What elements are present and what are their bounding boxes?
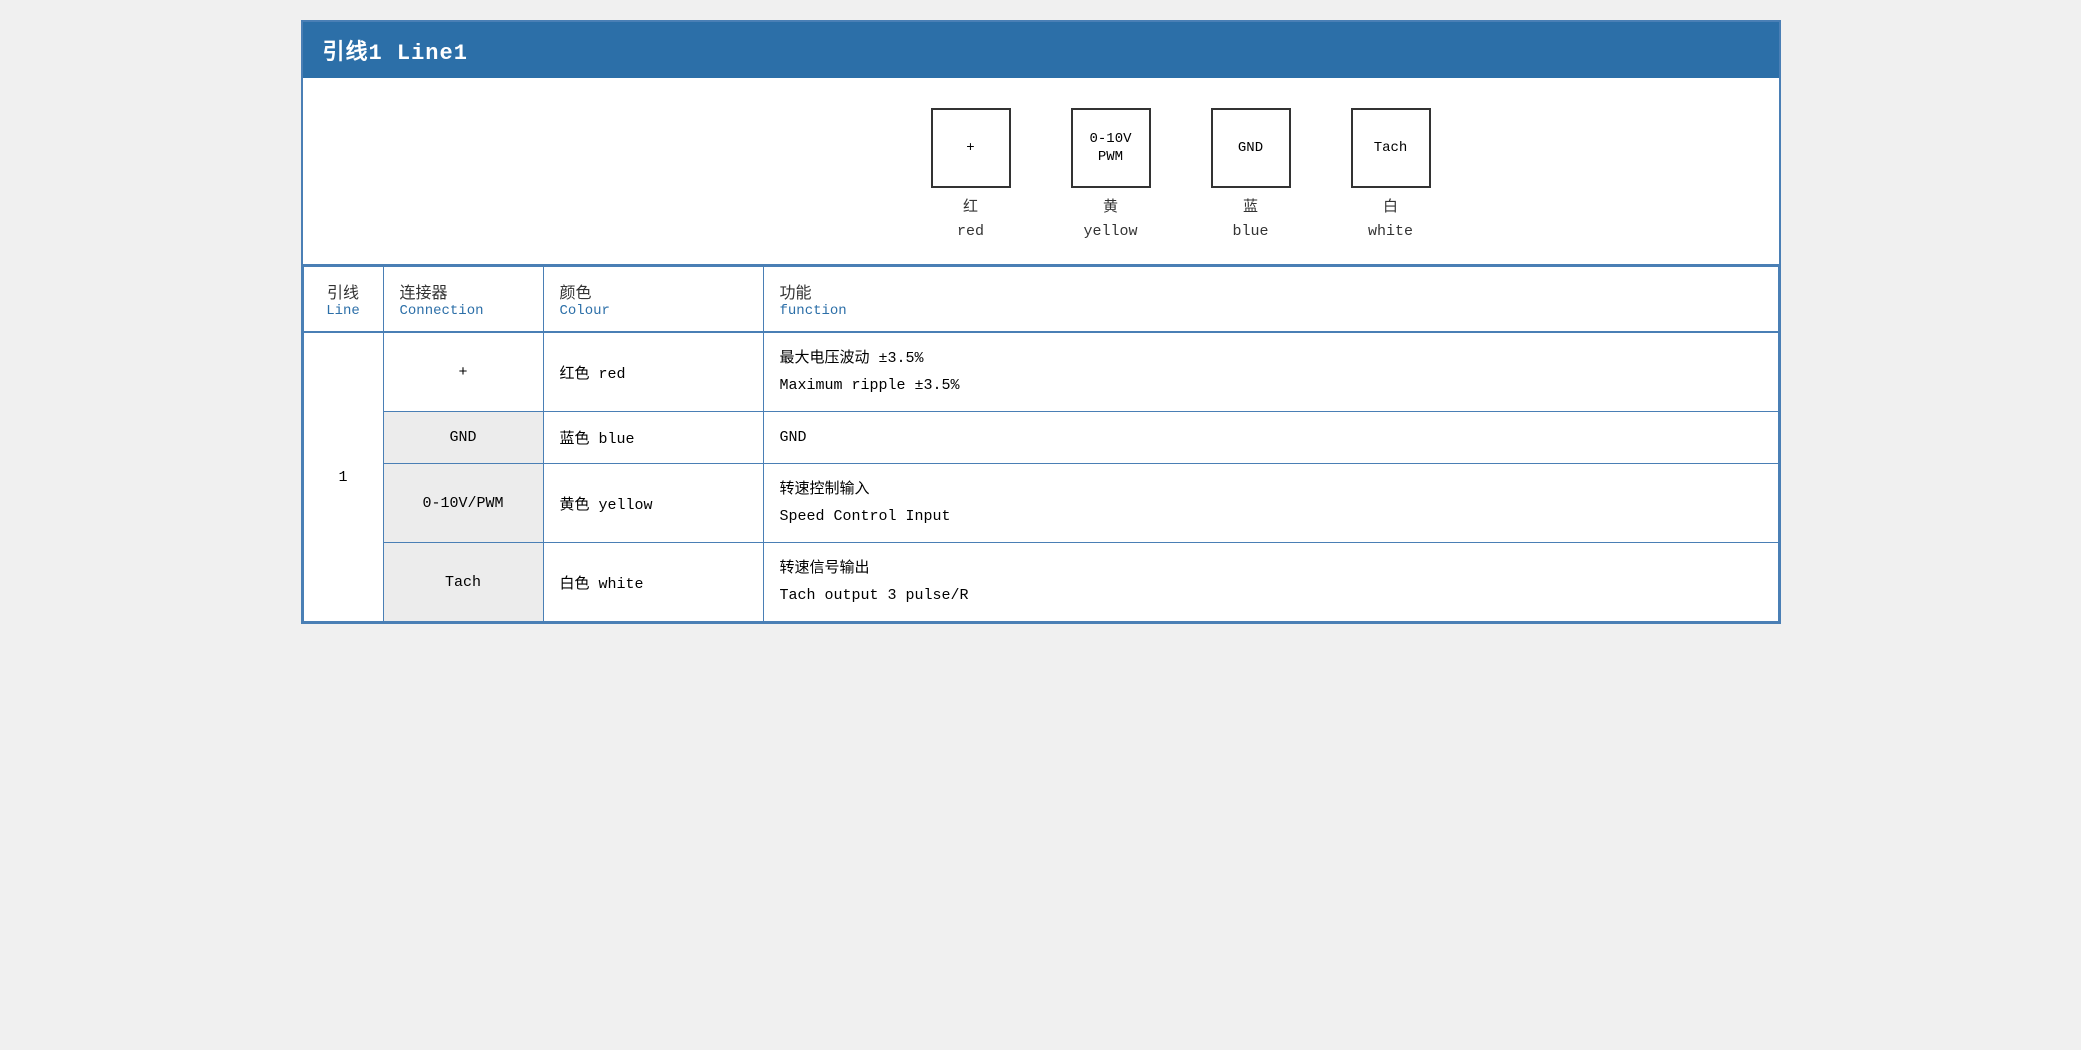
connection-tach: Tach xyxy=(383,543,543,622)
function-red-chinese: 最大电压波动 ±3.5% xyxy=(780,345,1762,372)
connection-pwm: 0-10V/PWM xyxy=(383,464,543,543)
function-tach: 转速信号输出 Tach output 3 pulse/R xyxy=(763,543,1778,622)
table-row-pwm: 0-10V/PWM 黄色 yellow 转速控制输入 Speed Control… xyxy=(303,464,1778,543)
function-tach-chinese: 转速信号输出 xyxy=(780,555,1762,582)
function-gnd: GND xyxy=(763,412,1778,464)
colour-red: 红色 red xyxy=(543,332,763,412)
function-pwm: 转速控制输入 Speed Control Input xyxy=(763,464,1778,543)
pin-plus-box: + xyxy=(931,108,1011,188)
header-line: 引线 Line xyxy=(303,267,383,333)
pin-gnd-group: GND 蓝blue xyxy=(1211,108,1291,244)
pin-gnd-box: GND xyxy=(1211,108,1291,188)
connection-plus: + xyxy=(383,332,543,412)
pin-tach-group: Tach 白white xyxy=(1351,108,1431,244)
function-red-english: Maximum ripple ±3.5% xyxy=(780,372,1762,399)
pin-plus-group: + 红red xyxy=(931,108,1011,244)
header-colour: 颜色 Colour xyxy=(543,267,763,333)
table-row-tach: Tach 白色 white 转速信号输出 Tach output 3 pulse… xyxy=(303,543,1778,622)
table-row-plus: 1 + 红色 red 最大电压波动 ±3.5% Maximum ripple ±… xyxy=(303,332,1778,412)
function-pwm-english: Speed Control Input xyxy=(780,503,1762,530)
line-number: 1 xyxy=(303,332,383,622)
pin-pwm-box: 0-10VPWM xyxy=(1071,108,1151,188)
colour-white: 白色 white xyxy=(543,543,763,622)
function-gnd-text: GND xyxy=(780,424,1762,451)
table-row-gnd: GND 蓝色 blue GND xyxy=(303,412,1778,464)
main-table: 引线 Line 连接器 Connection 颜色 Colour 功能 func… xyxy=(303,266,1779,622)
diagram-section: + 红red 0-10VPWM 黄yellow GND 蓝blue Tach 白… xyxy=(303,78,1779,266)
pin-pwm-label: 黄yellow xyxy=(1083,196,1137,244)
pin-tach-label: 白white xyxy=(1368,196,1413,244)
pin-pwm-group: 0-10VPWM 黄yellow xyxy=(1071,108,1151,244)
table-header-row: 引线 Line 连接器 Connection 颜色 Colour 功能 func… xyxy=(303,267,1778,333)
function-red: 最大电压波动 ±3.5% Maximum ripple ±3.5% xyxy=(763,332,1778,412)
function-tach-english: Tach output 3 pulse/R xyxy=(780,582,1762,609)
diagram-wrapper: + 红red 0-10VPWM 黄yellow GND 蓝blue Tach 白… xyxy=(931,108,1431,244)
pin-gnd-label: 蓝blue xyxy=(1232,196,1268,244)
colour-yellow: 黄色 yellow xyxy=(543,464,763,543)
function-pwm-chinese: 转速控制输入 xyxy=(780,476,1762,503)
colour-blue: 蓝色 blue xyxy=(543,412,763,464)
header-connection: 连接器 Connection xyxy=(383,267,543,333)
header-function: 功能 function xyxy=(763,267,1778,333)
connection-gnd: GND xyxy=(383,412,543,464)
main-container: 引线1 Line1 + 红red 0-10VPWM 黄yellow GND 蓝b… xyxy=(301,20,1781,624)
table-title: 引线1 Line1 xyxy=(303,22,1779,78)
pin-plus-label: 红red xyxy=(957,196,984,244)
pin-tach-box: Tach xyxy=(1351,108,1431,188)
